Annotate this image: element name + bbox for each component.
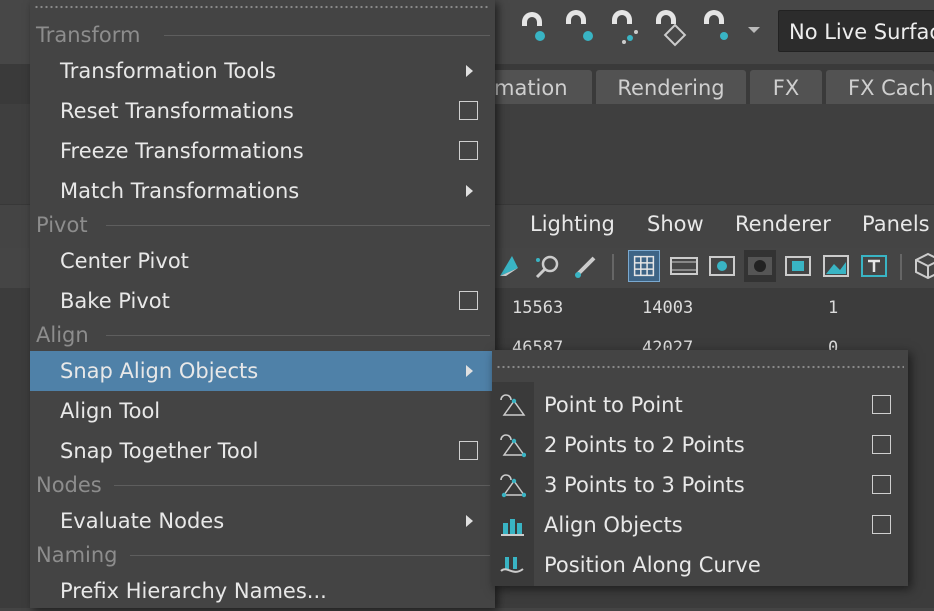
safe-action-icon[interactable] (820, 250, 852, 282)
menu-item-label: Freeze Transformations (60, 139, 304, 163)
snap-to-point-icon[interactable] (606, 8, 642, 48)
film-gate-icon[interactable] (668, 250, 700, 282)
field-chart-icon[interactable] (782, 250, 814, 282)
three-points-icon (500, 474, 526, 498)
menu-item-label: Evaluate Nodes (60, 509, 225, 533)
submenu-item-point-to-point[interactable]: Point to Point (492, 385, 908, 425)
submenu-item-align-objects[interactable]: Align Objects (492, 505, 908, 545)
position-along-curve-icon (500, 557, 524, 573)
submenu-item-label: 2 Points to 2 Points (544, 433, 745, 457)
safe-title-icon[interactable] (858, 250, 890, 282)
toolbar-divider (900, 254, 902, 280)
grease-pencil-icon[interactable] (570, 250, 602, 282)
tab-fx-caching[interactable]: FX Cach (826, 70, 934, 106)
submenu-item-2-points[interactable]: 2 Points to 2 Points (492, 425, 908, 465)
menu-item-label: Align Tool (60, 399, 161, 423)
section-divider (114, 485, 490, 486)
section-divider (106, 225, 490, 226)
section-divider (130, 555, 490, 556)
option-box-icon[interactable] (872, 475, 891, 494)
menu-item-label: Transformation Tools (60, 59, 276, 83)
tear-off-handle[interactable] (496, 364, 904, 370)
menu-item-center-pivot[interactable]: Center Pivot (30, 241, 492, 281)
snap-align-submenu: Point to Point 2 Points to 2 Points 3 Po… (492, 350, 908, 586)
option-box-icon[interactable] (872, 515, 891, 534)
menu-show[interactable]: Show (647, 212, 704, 236)
live-surface-field[interactable]: No Live Surface (778, 10, 934, 52)
magnify-icon[interactable] (532, 250, 564, 282)
submenu-arrow-icon (466, 65, 473, 77)
align-objects-icon (501, 519, 524, 536)
submenu-item-label: Position Along Curve (544, 553, 761, 577)
menu-item-freeze-transformations[interactable]: Freeze Transformations (30, 131, 492, 171)
menu-item-transformation-tools[interactable]: Transformation Tools (30, 51, 492, 91)
chevron-down-icon[interactable] (744, 20, 764, 40)
two-points-icon (500, 434, 526, 458)
submenu-item-3-points[interactable]: 3 Points to 3 Points (492, 465, 908, 505)
tab-fx[interactable]: FX (750, 70, 822, 106)
submenu-item-label: 3 Points to 3 Points (544, 473, 745, 497)
menu-item-align-tool[interactable]: Align Tool (30, 391, 492, 431)
menu-item-prefix-hierarchy-names[interactable]: Prefix Hierarchy Names... (30, 571, 492, 611)
menu-panels[interactable]: Panels (862, 212, 930, 236)
section-pivot: Pivot (36, 213, 88, 237)
table-cell: 15563 (512, 298, 564, 318)
option-box-icon[interactable] (872, 395, 891, 414)
option-box-icon[interactable] (459, 441, 478, 460)
menu-renderer[interactable]: Renderer (735, 212, 831, 236)
table-cell: 14003 (642, 298, 694, 318)
menu-item-snap-align-objects[interactable]: Snap Align Objects (30, 351, 492, 391)
table-cell: 1 (828, 298, 839, 318)
camera-attributes-icon[interactable] (496, 250, 528, 282)
grid-icon[interactable] (628, 250, 660, 282)
make-live-icon[interactable] (698, 8, 734, 48)
snap-to-curve-icon[interactable] (560, 8, 596, 48)
section-divider (164, 35, 490, 36)
section-transform: Transform (36, 23, 141, 47)
option-box-icon[interactable] (459, 101, 478, 120)
menu-item-label: Snap Align Objects (60, 359, 259, 383)
option-box-icon[interactable] (459, 291, 478, 310)
menu-item-bake-pivot[interactable]: Bake Pivot (30, 281, 492, 321)
menu-item-label: Prefix Hierarchy Names... (60, 579, 327, 603)
tear-off-handle[interactable] (34, 4, 490, 10)
submenu-item-label: Align Objects (544, 513, 683, 537)
menu-item-evaluate-nodes[interactable]: Evaluate Nodes (30, 501, 492, 541)
menu-item-label: Reset Transformations (60, 99, 294, 123)
resolution-gate-icon[interactable] (706, 250, 738, 282)
option-box-icon[interactable] (459, 141, 478, 160)
point-to-point-icon (500, 394, 526, 416)
option-box-icon[interactable] (872, 435, 891, 454)
submenu-item-position-along-curve[interactable]: Position Along Curve (492, 545, 908, 585)
tab-rendering[interactable]: Rendering (596, 70, 746, 106)
menu-lighting[interactable]: Lighting (530, 212, 615, 236)
menu-item-snap-together-tool[interactable]: Snap Together Tool (30, 431, 492, 471)
section-divider (106, 335, 490, 336)
section-nodes: Nodes (36, 473, 102, 497)
section-naming: Naming (36, 543, 118, 567)
menu-item-label: Snap Together Tool (60, 439, 259, 463)
menu-item-label: Match Transformations (60, 179, 300, 203)
menu-item-reset-transformations[interactable]: Reset Transformations (30, 91, 492, 131)
submenu-arrow-icon (466, 185, 473, 197)
toolbar-divider (612, 254, 614, 280)
menu-item-label: Center Pivot (60, 249, 189, 273)
submenu-arrow-icon (466, 515, 473, 527)
cube-icon[interactable] (912, 250, 934, 282)
section-align: Align (36, 323, 89, 347)
menu-item-label: Bake Pivot (60, 289, 170, 313)
gate-mask-icon[interactable] (744, 250, 776, 282)
snap-to-grid-icon[interactable] (514, 8, 550, 48)
submenu-arrow-icon (466, 365, 473, 377)
submenu-item-label: Point to Point (544, 393, 683, 417)
snap-to-view-plane-icon[interactable] (652, 8, 688, 48)
tab-animation[interactable]: mation (480, 70, 592, 106)
menu-item-match-transformations[interactable]: Match Transformations (30, 171, 492, 211)
